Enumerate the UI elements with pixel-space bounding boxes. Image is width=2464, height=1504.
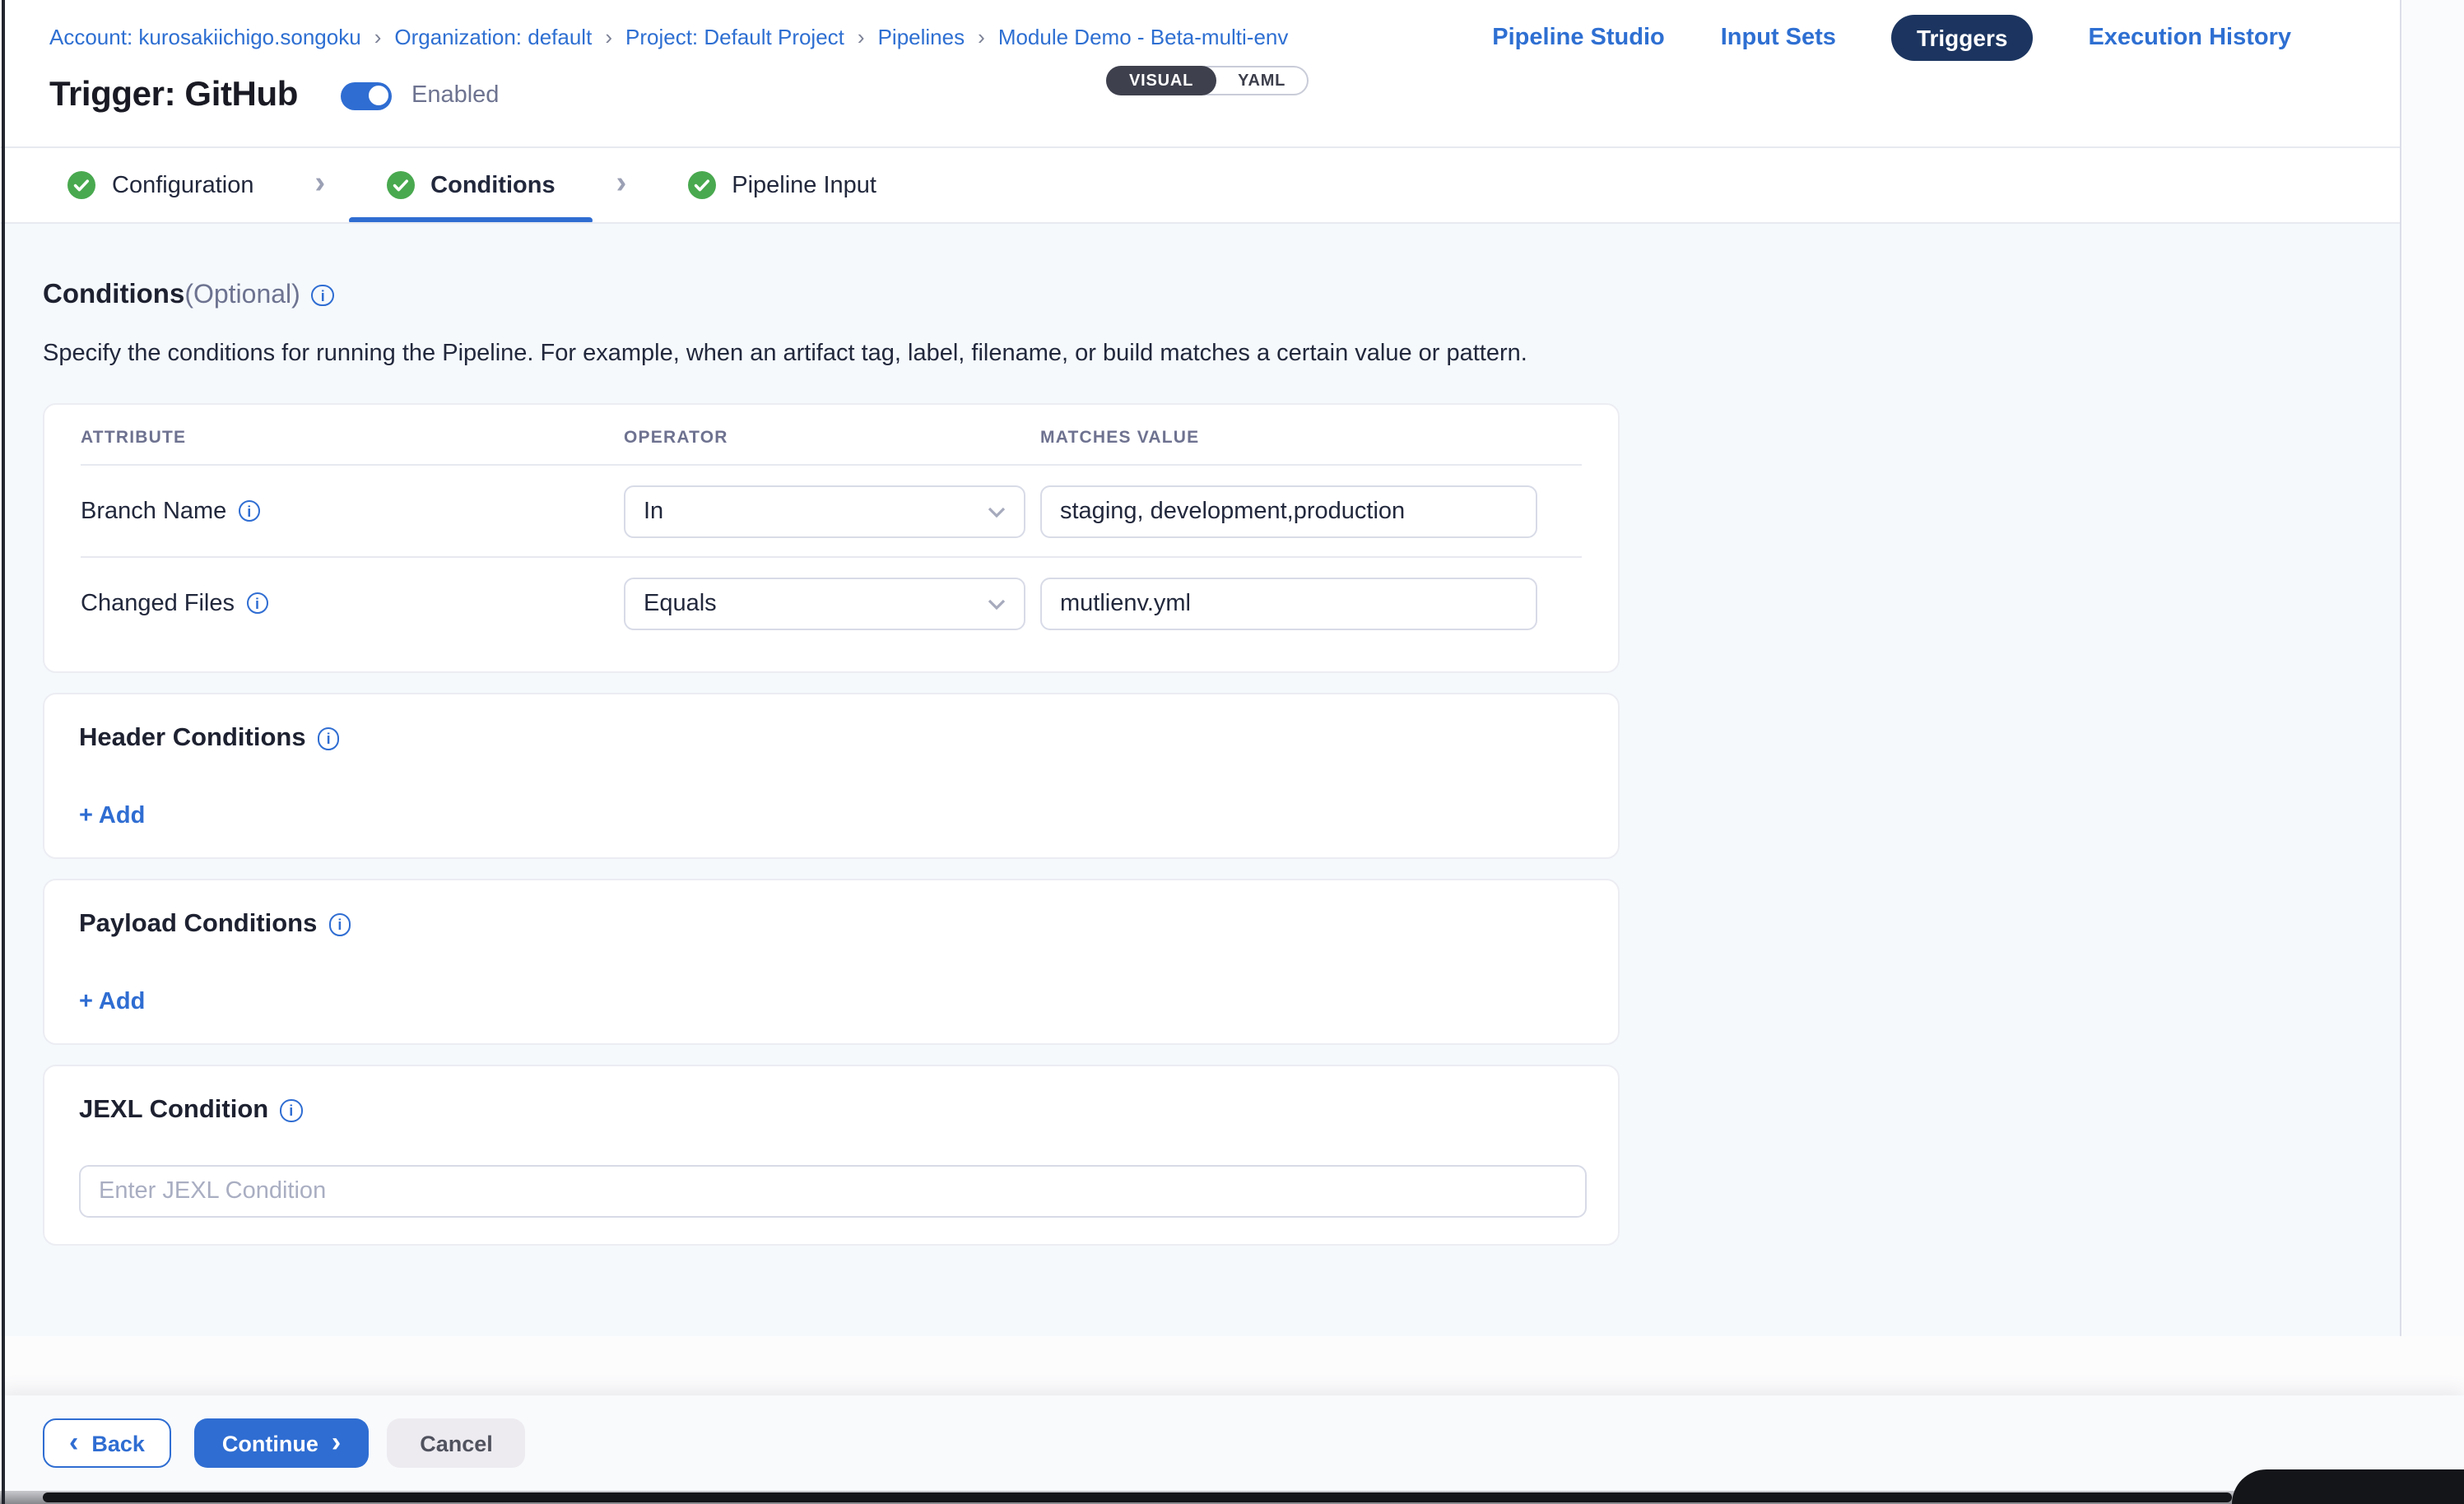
continue-button[interactable]: Continue › <box>194 1418 369 1468</box>
chevron-down-icon <box>988 498 1006 524</box>
window-left-edge <box>2 0 5 1504</box>
info-icon[interactable]: i <box>312 285 334 307</box>
chevron-right-icon: › <box>593 165 650 202</box>
tab-pipeline-input[interactable]: Pipeline Input <box>649 148 914 222</box>
tab-pipeline-input-label: Pipeline Input <box>732 172 876 198</box>
conditions-heading-row: Conditions (Optional) i <box>43 280 2400 311</box>
yaml-toggle-button[interactable]: YAML <box>1216 67 1307 94</box>
breadcrumb: Account: kurosakiichigo.songoku › Organi… <box>49 25 1288 49</box>
header-conditions-card: Header Conditions i + Add <box>43 693 1620 859</box>
chevron-right-icon: › <box>292 165 349 202</box>
payload-conditions-title: Payload Conditions <box>79 910 317 940</box>
chevron-right-icon: › <box>361 25 395 49</box>
conditions-table-card: ATTRIBUTE OPERATOR MATCHES VALUE Branch … <box>43 403 1620 673</box>
breadcrumb-pipelines[interactable]: Pipelines <box>878 25 965 49</box>
visual-toggle-button[interactable]: VISUAL <box>1106 66 1216 95</box>
nav-input-sets[interactable]: Input Sets <box>1721 25 1836 51</box>
jexl-condition-title: JEXL Condition <box>79 1096 268 1126</box>
operator-value: In <box>644 498 663 524</box>
breadcrumb-organization[interactable]: Organization: default <box>394 25 592 49</box>
chevron-right-icon: › <box>844 25 878 49</box>
breadcrumb-pipeline-name[interactable]: Module Demo - Beta-multi-env <box>998 25 1289 49</box>
conditions-heading: Conditions <box>43 280 184 311</box>
changed-files-label: Changed Files <box>81 590 235 616</box>
window-bottom-bar <box>43 1492 2232 1502</box>
page-header: Account: kurosakiichigo.songoku › Organi… <box>0 0 2400 146</box>
branch-name-label: Branch Name <box>81 498 226 524</box>
matches-value-input-changed-files[interactable] <box>1040 577 1537 629</box>
chevron-right-icon: › <box>592 25 625 49</box>
info-icon[interactable]: i <box>280 1100 302 1122</box>
chevron-left-icon: ‹ <box>69 1427 78 1455</box>
info-icon[interactable]: i <box>318 728 340 750</box>
pipeline-top-nav: Pipeline Studio Input Sets Triggers Exec… <box>1492 0 2291 76</box>
optional-suffix: (Optional) <box>184 281 300 310</box>
nav-pipeline-studio[interactable]: Pipeline Studio <box>1492 25 1664 51</box>
table-row-branch-name: Branch Name i In <box>81 464 1582 556</box>
visual-yaml-toggle: VISUAL YAML <box>1106 66 1309 95</box>
tab-configuration[interactable]: Configuration <box>30 148 292 222</box>
conditions-panel: Conditions (Optional) i Specify the cond… <box>0 224 2400 1336</box>
operator-select-branch-name[interactable]: In <box>624 485 1025 537</box>
check-circle-icon <box>67 171 95 199</box>
chevron-right-icon: › <box>965 25 998 49</box>
check-circle-icon <box>386 171 414 199</box>
check-circle-icon <box>687 171 715 199</box>
back-button[interactable]: ‹ Back <box>43 1418 171 1468</box>
table-row-changed-files: Changed Files i Equals <box>81 556 1582 648</box>
payload-conditions-card: Payload Conditions i + Add <box>43 879 1620 1045</box>
breadcrumb-account[interactable]: Account: kurosakiichigo.songoku <box>49 25 361 49</box>
matches-value-input-branch-name[interactable] <box>1040 485 1537 537</box>
operator-select-changed-files[interactable]: Equals <box>624 577 1025 629</box>
right-gutter <box>2401 0 2464 1336</box>
cancel-button[interactable]: Cancel <box>387 1418 526 1468</box>
column-matches-value: MATCHES VALUE <box>1040 428 1582 448</box>
window-corner <box>2232 1469 2464 1504</box>
cancel-button-label: Cancel <box>420 1431 493 1455</box>
operator-value: Equals <box>644 590 717 616</box>
nav-triggers-active[interactable]: Triggers <box>1892 15 2033 61</box>
add-payload-condition-button[interactable]: + Add <box>79 989 145 1015</box>
toggle-knob <box>366 84 389 107</box>
table-header-row: ATTRIBUTE OPERATOR MATCHES VALUE <box>81 428 1582 448</box>
chevron-right-icon: › <box>332 1427 341 1455</box>
header-conditions-title: Header Conditions <box>79 724 306 754</box>
breadcrumb-project[interactable]: Project: Default Project <box>625 25 844 49</box>
tab-configuration-label: Configuration <box>112 172 254 198</box>
column-operator: OPERATOR <box>624 428 1040 448</box>
info-icon[interactable]: i <box>238 500 260 522</box>
nav-execution-history[interactable]: Execution History <box>2088 25 2291 51</box>
chevron-down-icon <box>988 590 1006 616</box>
trigger-wizard-page: Account: kurosakiichigo.songoku › Organi… <box>0 0 2464 1504</box>
tab-conditions[interactable]: Conditions <box>348 148 593 222</box>
column-attribute: ATTRIBUTE <box>81 428 624 448</box>
wizard-footer: ‹ Back Continue › Cancel <box>0 1395 2464 1491</box>
lower-spacer <box>0 1336 2464 1395</box>
back-button-label: Back <box>91 1431 145 1455</box>
enabled-toggle[interactable] <box>341 81 392 109</box>
jexl-condition-card: JEXL Condition i <box>43 1065 1620 1246</box>
continue-button-label: Continue <box>222 1431 318 1455</box>
tab-conditions-label: Conditions <box>430 172 555 198</box>
info-icon[interactable]: i <box>246 592 268 615</box>
wizard-steps: Configuration › Conditions › Pipeline In… <box>0 148 2400 222</box>
right-divider <box>2400 0 2401 1336</box>
enabled-label: Enabled <box>411 82 499 109</box>
jexl-condition-input[interactable] <box>79 1165 1587 1218</box>
info-icon[interactable]: i <box>328 914 351 936</box>
attribute-label: Branch Name i <box>81 498 624 524</box>
attribute-label: Changed Files i <box>81 590 624 616</box>
conditions-description: Specify the conditions for running the P… <box>43 341 2400 367</box>
title-row: Trigger: GitHub Enabled <box>49 76 499 115</box>
page-title: Trigger: GitHub <box>49 76 298 115</box>
add-header-condition-button[interactable]: + Add <box>79 803 145 829</box>
